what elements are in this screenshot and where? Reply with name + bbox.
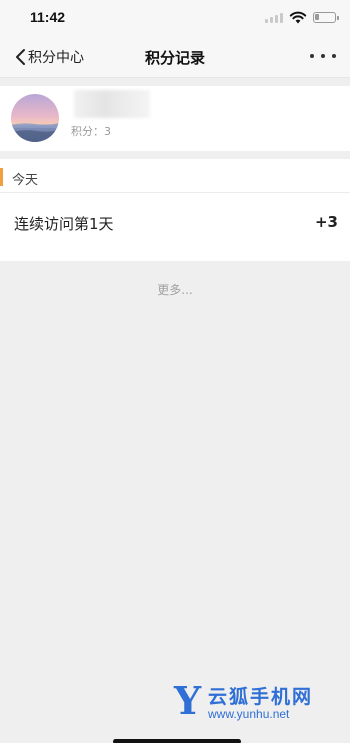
watermark: Y 云狐手机网 www.yunhu.net	[174, 680, 350, 726]
avatar-image	[11, 94, 59, 142]
points-value: 3	[104, 125, 111, 138]
username-redacted	[74, 90, 150, 118]
watermark-logo-letter: Y	[174, 678, 202, 723]
signal-icon	[265, 12, 283, 23]
status-bar: 11:42	[0, 0, 350, 36]
points-label: 积分：	[71, 125, 104, 138]
profile-card: 积分：3	[0, 86, 350, 151]
section-title: 今天	[12, 173, 39, 188]
home-indicator	[113, 739, 241, 743]
more-link[interactable]: 更多...	[0, 281, 350, 298]
record-points: +3	[314, 213, 338, 231]
record-label: 连续访问第1天	[14, 215, 114, 233]
section-header: 今天	[0, 159, 350, 193]
more-icon-dot	[332, 54, 336, 58]
watermark-name: 云狐手机网	[208, 686, 314, 708]
status-icons	[265, 10, 339, 24]
nav-bar: 积分中心 积分记录	[0, 36, 350, 78]
more-icon-dot	[321, 54, 325, 58]
section-accent-bar	[0, 168, 3, 186]
battery-icon	[313, 11, 339, 23]
battery-level	[315, 13, 319, 20]
watermark-url: www.yunhu.net	[208, 707, 290, 721]
more-button[interactable]	[310, 46, 336, 66]
more-icon-dot	[310, 54, 314, 58]
avatar[interactable]	[11, 94, 59, 142]
page-title: 积分记录	[144, 49, 205, 67]
status-time: 11:42	[30, 9, 66, 25]
points-row: 积分：3	[71, 123, 111, 139]
list-item[interactable]: 连续访问第1天 +3	[0, 193, 350, 261]
wifi-icon	[289, 11, 307, 23]
record-section: 今天 连续访问第1天 +3	[0, 159, 350, 261]
